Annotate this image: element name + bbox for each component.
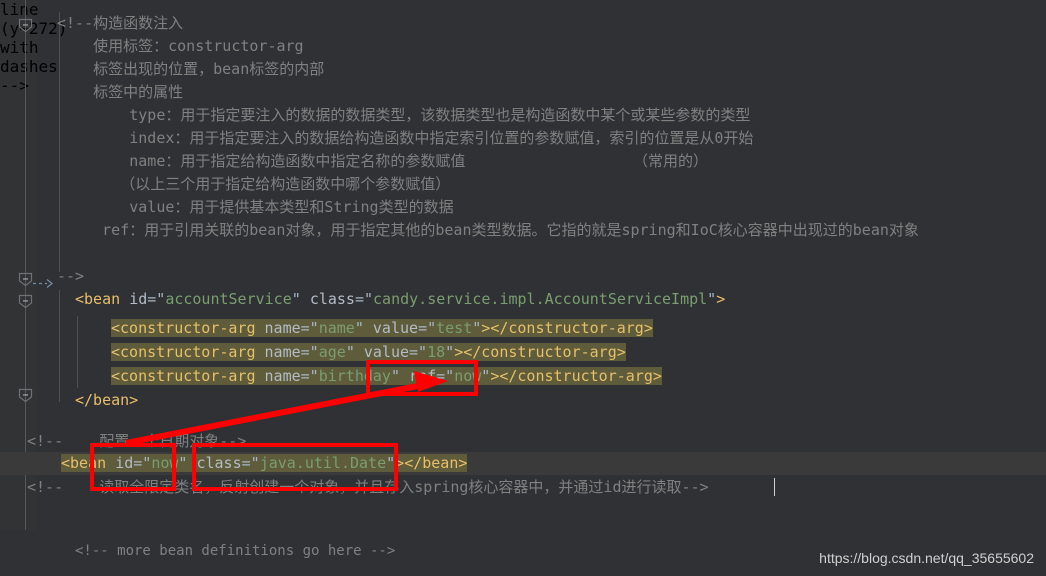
code-line: 使用标签：constructor-arg [57, 37, 304, 55]
date-bean-line[interactable]: <bean id="now" class="java.util.Date"></… [61, 452, 468, 475]
attr-name: value [363, 343, 410, 361]
tag-name: bean [84, 290, 121, 308]
collapse-fold-icon [18, 388, 33, 403]
attr-name: name [264, 343, 301, 361]
bean-close-tag-line[interactable]: </bean> [75, 389, 138, 412]
tag-name: bean [70, 454, 107, 472]
collapse-fold-icon [18, 18, 33, 33]
code-line: <!--构造函数注入 [57, 14, 184, 32]
date-bean-comment-below: <!-- 读取全限定类名，反射创建一个对象，并且存入spring核心容器中，并通… [27, 478, 709, 496]
fold-marker-comment-end[interactable] [18, 272, 33, 287]
code-line: value：用于提供基本类型和String类型的数据 [57, 198, 454, 216]
code-editor[interactable]: line (y~272) with dashes --> <!--构造函数注入 … [0, 0, 1046, 576]
attr-name-id: id [129, 290, 148, 308]
attr-value: name [318, 319, 355, 337]
attr-name: name [264, 319, 301, 337]
attr-name: name [264, 367, 301, 385]
constructor-arg-line-3[interactable]: <constructor-arg name="birthday" ref="no… [111, 365, 662, 388]
code-line: ref：用于引用关联的bean对象，用于指定其他的bean类型数据。它指的就是s… [57, 221, 919, 239]
attr-name-class: class [196, 454, 242, 472]
attr-value-id: accountService [165, 290, 292, 308]
attr-value-class: candy.service.impl.AccountServiceImpl [373, 290, 708, 308]
attr-value: test [436, 319, 473, 337]
attr-value: age [318, 343, 346, 361]
closing-tag: </constructor-arg> [490, 319, 653, 337]
text-caret [774, 478, 775, 496]
collapse-fold-icon [18, 294, 33, 309]
attr-name-ref: ref [409, 367, 437, 385]
indent-guide [59, 290, 60, 402]
code-line: type：用于指定要注入的数据的数据类型，该数据类型也是构造函数中某个或某些参数… [57, 106, 751, 124]
tag-name: constructor-arg [120, 367, 256, 385]
attr-value: birthday [318, 367, 391, 385]
bean-open-tag-line[interactable]: <bean id="accountService" class="candy.s… [75, 288, 725, 311]
footer-comment: <!-- more bean definitions go here --> [75, 543, 396, 559]
attr-value: 18 [427, 343, 446, 361]
code-line: --> [57, 267, 85, 285]
attr-name: value [372, 319, 419, 337]
code-line: name：用于指定给构造函数中指定名称的参数赋值 [57, 152, 466, 170]
constructor-arg-line-2[interactable]: <constructor-arg name="age" value="18"><… [111, 341, 626, 364]
code-line: index：用于指定要注入的数据给构造函数中指定索引位置的参数赋值，索引的位置是… [57, 129, 754, 147]
collapse-fold-icon [18, 272, 33, 287]
tag-name: constructor-arg [120, 319, 256, 337]
code-line: （以上三个用于指定给构造函数中哪个参数赋值） [57, 175, 451, 193]
attr-value-ref: now [454, 367, 482, 385]
closing-tag: </bean> [404, 454, 468, 472]
attr-value-class: java.util.Date [259, 454, 387, 472]
code-content[interactable]: <!--构造函数注入 使用标签：constructor-arg 标签出现的位置，… [0, 0, 1046, 576]
code-line: 标签中的属性 [57, 83, 184, 101]
tag-name: constructor-arg [120, 343, 256, 361]
closing-tag: </constructor-arg> [499, 367, 662, 385]
code-line-trailing-note: （常用的） [633, 152, 709, 170]
closing-tag: </constructor-arg> [463, 343, 626, 361]
tag-bracket: < [75, 290, 85, 308]
indent-guide [77, 316, 78, 388]
date-bean-comment-above: <!-- 配置一个日期对象--> [27, 432, 247, 450]
attr-name-class: class [309, 290, 355, 308]
gutter-divider-line [25, 0, 26, 576]
attr-value-id: now [151, 454, 179, 472]
fold-marker-bean-close[interactable] [18, 388, 33, 403]
fold-marker-bean-open[interactable] [18, 294, 33, 309]
fold-marker-comment-block[interactable] [18, 18, 33, 33]
code-line: 标签出现的位置，bean标签的内部 [57, 60, 325, 78]
tag-bracket-close: > [716, 290, 726, 308]
constructor-arg-line-1[interactable]: <constructor-arg name="name" value="test… [111, 317, 653, 340]
attr-name-id: id [115, 454, 134, 472]
watermark-url: https://blog.csdn.net/qq_35655602 [819, 550, 1034, 566]
